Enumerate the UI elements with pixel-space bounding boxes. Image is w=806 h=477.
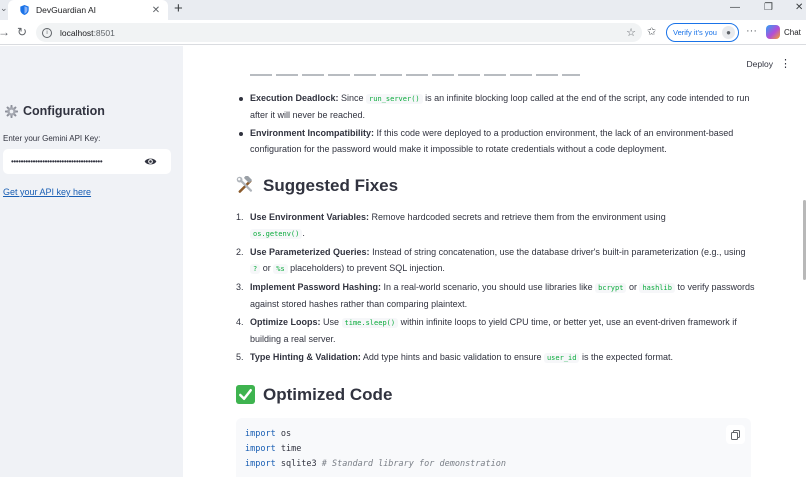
inline-code: bcrypt xyxy=(595,283,627,293)
copy-icon xyxy=(731,429,740,440)
deploy-button[interactable]: Deploy xyxy=(747,59,773,69)
code-keyword: import xyxy=(245,459,276,469)
inline-code: ? xyxy=(250,263,261,274)
list-item: 3. Implement Password Hashing: In a real… xyxy=(236,280,756,312)
close-tab-icon[interactable]: ✕ xyxy=(150,5,162,16)
fix-text: placeholders) to prevent SQL injection. xyxy=(287,262,445,273)
url-port: :8501 xyxy=(93,27,115,38)
api-key-value: •••••••••••••••••••••••••••••••••••••• xyxy=(11,157,103,166)
list-item: 4. Optimize Loops: Use time.sleep() with… xyxy=(236,315,756,347)
issue-title: Environment Incompatibility: xyxy=(250,128,375,138)
bookmark-star-icon[interactable]: ☆ xyxy=(626,26,636,39)
code-comment: # Standard library for demonstration xyxy=(321,459,507,469)
shield-icon xyxy=(20,5,29,15)
fix-text: or xyxy=(260,262,274,273)
list-number: 1. xyxy=(236,212,244,222)
list-item: 5. Type Hinting & Validation: Add type h… xyxy=(236,350,756,367)
fix-title: Implement Password Hashing: xyxy=(250,282,382,292)
hammer-wrench-icon xyxy=(236,176,253,193)
profile-avatar-icon: ● xyxy=(722,26,735,39)
list-item: 2. Use Parameterized Queries: Instead of… xyxy=(236,245,756,277)
get-api-key-link[interactable]: Get your API key here xyxy=(3,187,91,197)
new-tab-button[interactable]: + xyxy=(174,1,183,17)
list-item: 1. Use Environment Variables: Remove har… xyxy=(236,210,756,242)
fix-title: Type Hinting & Validation: xyxy=(250,352,361,362)
check-mark-icon xyxy=(236,385,255,404)
inline-code: os.getenv() xyxy=(250,228,303,239)
list-number: 2. xyxy=(236,247,244,257)
maximize-icon[interactable]: ❐ xyxy=(764,2,773,13)
issue-text: Since xyxy=(338,93,367,103)
forward-arrow-icon[interactable]: → xyxy=(0,25,10,39)
copilot-chat-button[interactable]: Chat xyxy=(766,25,801,39)
fix-text: Add type hints and basic validation to e… xyxy=(360,352,544,362)
fix-text: Use xyxy=(320,317,342,327)
issue-title: Execution Deadlock: xyxy=(250,93,339,103)
copy-code-button[interactable] xyxy=(726,425,745,444)
list-item: Execution Deadlock: Since run_server() i… xyxy=(236,91,756,123)
inline-code: time.sleep() xyxy=(341,318,399,328)
address-bar: → ↻ i localhost:8501 ☆ ✩ Verify it's you… xyxy=(0,20,806,45)
url-host: localhost xyxy=(60,27,94,38)
inline-code: run_server() xyxy=(366,94,423,104)
main-menu-icon[interactable]: ⋮ xyxy=(780,57,791,70)
code-line: import os xyxy=(245,427,751,442)
suggested-fixes-heading: Suggested Fixes xyxy=(236,176,398,195)
browser-tab-devguardian[interactable]: DevGuardian AI ✕ xyxy=(8,0,168,20)
tab-search-icon[interactable]: ⌄ xyxy=(0,3,8,14)
list-number: 3. xyxy=(236,282,244,292)
fix-text: Instead of string concatenation, use the… xyxy=(369,247,746,257)
code-text: time xyxy=(275,444,302,454)
fix-title: Optimize Loops: xyxy=(250,317,321,327)
close-window-icon[interactable]: ✕ xyxy=(795,2,803,13)
code-line: import time xyxy=(245,442,751,457)
show-password-eye-icon[interactable] xyxy=(144,155,157,168)
list-number: 5. xyxy=(236,352,244,362)
main-content: Deploy ⋮ Execution Deadlock: Since run_s… xyxy=(183,46,806,477)
code-text: os xyxy=(275,429,292,439)
list-item: Environment Incompatibility: If this cod… xyxy=(236,126,756,157)
tab-title: DevGuardian AI xyxy=(36,5,97,15)
code-text: sqlite3 xyxy=(275,459,322,469)
browser-tab-strip: ⌄ DevGuardian AI ✕ + — ❐ ✕ xyxy=(0,0,806,20)
optimized-code-heading: Optimized Code xyxy=(236,385,392,404)
api-key-input[interactable]: •••••••••••••••••••••••••••••••••••••• xyxy=(3,149,171,174)
fixes-list: 1. Use Environment Variables: Remove har… xyxy=(236,210,756,370)
fix-text: . xyxy=(302,227,305,238)
chat-label: Chat xyxy=(784,27,801,37)
verify-identity-button[interactable]: Verify it's you ● xyxy=(666,23,739,42)
sidebar: Configuration Enter your Gemini API Key:… xyxy=(0,46,183,477)
inline-code: user_id xyxy=(543,353,580,363)
fix-text: Remove hardcoded secrets and retrieve th… xyxy=(369,212,666,222)
list-number: 4. xyxy=(236,317,244,327)
fix-text: is the expected format. xyxy=(579,352,674,362)
code-keyword: import xyxy=(245,444,276,454)
minimize-icon[interactable]: — xyxy=(730,2,740,13)
fix-title: Use Environment Variables: xyxy=(250,212,370,222)
sidebar-title: Configuration xyxy=(5,104,105,118)
clipped-text-line xyxy=(250,72,580,77)
url-field[interactable]: i localhost:8501 ☆ xyxy=(36,23,642,42)
optimized-code-title: Optimized Code xyxy=(263,384,393,404)
api-key-label: Enter your Gemini API Key: xyxy=(3,134,101,143)
code-keyword: import xyxy=(245,429,276,439)
more-options-icon[interactable]: ··· xyxy=(746,25,757,37)
copilot-icon xyxy=(766,25,780,39)
fix-text: In a real-world scenario, you should use… xyxy=(381,282,596,292)
gear-icon xyxy=(5,104,18,118)
inline-code: hashlib xyxy=(639,283,675,293)
code-block: import os import time import sqlite3 # S… xyxy=(236,418,751,477)
suggested-fixes-title: Suggested Fixes xyxy=(263,175,399,195)
code-line: import sqlite3 # Standard library for de… xyxy=(245,457,751,472)
fix-text: or xyxy=(626,282,640,292)
verify-label: Verify it's you xyxy=(673,28,717,37)
fix-title: Use Parameterized Queries: xyxy=(250,247,370,257)
site-info-icon[interactable]: i xyxy=(42,27,52,38)
favorites-icon[interactable]: ✩ xyxy=(647,25,656,38)
sidebar-title-text: Configuration xyxy=(23,104,105,118)
reload-icon[interactable]: ↻ xyxy=(17,25,27,39)
inline-code: %s xyxy=(273,263,288,274)
issues-list: Execution Deadlock: Since run_server() i… xyxy=(236,91,756,160)
